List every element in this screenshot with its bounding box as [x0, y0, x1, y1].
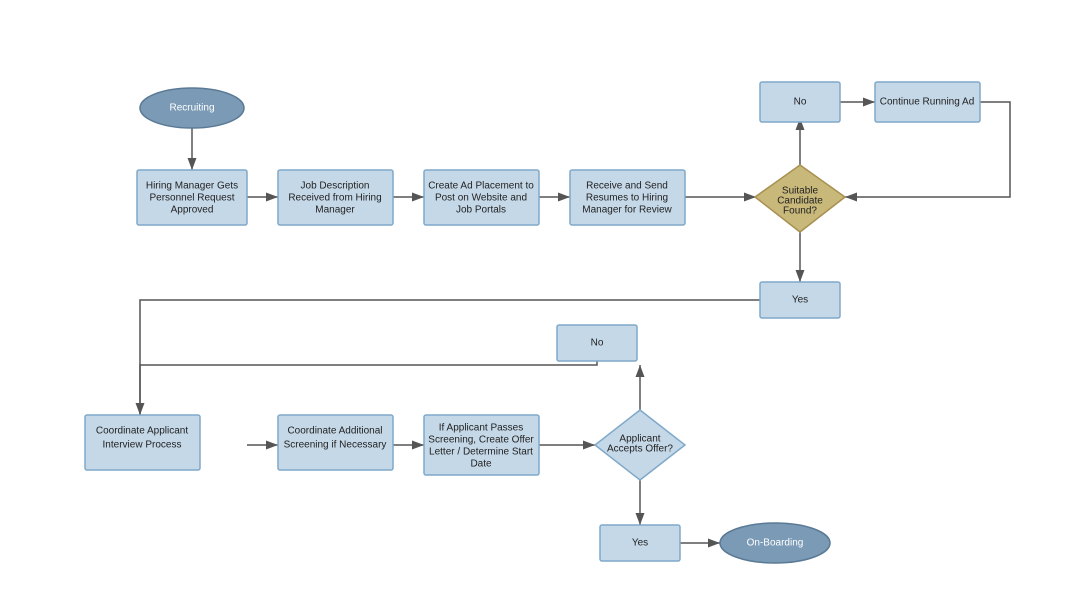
- job-description-label1: Job Description: [301, 181, 370, 192]
- create-ad-label2: Post on Website and: [435, 193, 527, 204]
- suitable-candidate-label3: Found?: [783, 206, 817, 217]
- receive-resumes-label1: Receive and Send: [586, 181, 668, 192]
- hiring-manager-label2: Personnel Request: [149, 193, 234, 204]
- coordinate-interview-label2: Interview Process: [103, 440, 182, 451]
- job-description-label2: Received from Hiring: [288, 193, 381, 204]
- applicant-accepts-label2: Accepts Offer?: [607, 444, 673, 455]
- hiring-manager-label: Hiring Manager Gets: [146, 181, 238, 192]
- create-ad-label3: Job Portals: [456, 205, 506, 216]
- coordinate-screening-label1: Coordinate Additional: [287, 426, 382, 437]
- offer-letter-label2: Screening, Create Offer: [428, 435, 534, 446]
- hiring-manager-label3: Approved: [171, 205, 214, 216]
- offer-letter-label1: If Applicant Passes: [439, 423, 524, 434]
- offer-letter-label4: Date: [470, 459, 492, 470]
- create-ad-label1: Create Ad Placement to: [428, 181, 534, 192]
- recruiting-label: Recruiting: [169, 103, 214, 114]
- receive-resumes-label2: Resumes to Hiring: [586, 193, 668, 204]
- no-box1-label: No: [794, 97, 807, 108]
- onboarding-label: On-Boarding: [747, 538, 804, 549]
- coordinate-screening-label2: Screening if Necessary: [284, 440, 387, 451]
- job-description-label3: Manager: [315, 205, 355, 216]
- coordinate-interview-label1: Coordinate Applicant: [96, 426, 189, 437]
- flowchart-container: Recruiting Hiring Manager Gets Personnel…: [0, 0, 1080, 608]
- no-box2-label: No: [591, 338, 604, 349]
- receive-resumes-label3: Manager for Review: [582, 205, 672, 216]
- yes-box1-label: Yes: [792, 295, 808, 306]
- offer-letter-label3: Letter / Determine Start: [429, 447, 533, 458]
- yes-box2-label: Yes: [632, 538, 648, 549]
- continue-running-ad-label: Continue Running Ad: [880, 97, 975, 108]
